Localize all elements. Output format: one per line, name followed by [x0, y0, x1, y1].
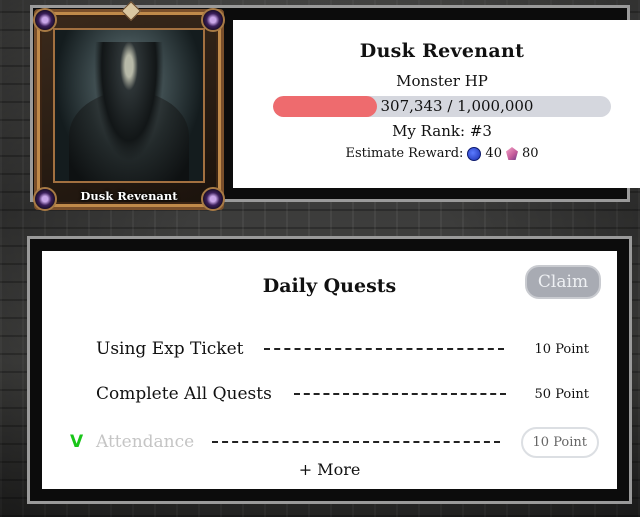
- estimate-reward: Estimate Reward: 40 80: [233, 146, 640, 161]
- dashed-leader: [212, 441, 500, 443]
- quest-row: Complete All Quests 50 Point: [42, 378, 617, 410]
- quest-row: Using Exp Ticket 10 Point: [42, 333, 617, 365]
- daily-quests-panel: Daily Quests Claim Using Exp Ticket 10 P…: [27, 236, 632, 504]
- quest-name: Attendance: [96, 432, 195, 452]
- dashed-leader: [264, 348, 504, 350]
- hp-value: 307,343 / 1,000,000: [380, 97, 534, 115]
- card-title: Dusk Revenant: [80, 189, 178, 203]
- daily-quests-content: Daily Quests Claim Using Exp Ticket 10 P…: [42, 251, 617, 489]
- hp-bar: 307,343 / 1,000,000: [273, 96, 611, 117]
- reward-label: Estimate Reward:: [345, 146, 464, 161]
- monster-portrait: [53, 28, 205, 183]
- quest-name: Complete All Quests: [96, 384, 272, 404]
- dashed-leader: [294, 393, 506, 395]
- gem-icon: [505, 147, 518, 160]
- reward-coin-amount: 40: [485, 146, 502, 161]
- my-rank: My Rank: #3: [392, 122, 492, 140]
- hp-label: Monster HP: [396, 72, 488, 90]
- boss-name: Dusk Revenant: [359, 40, 525, 62]
- reaper-hood: [94, 42, 164, 162]
- more-link[interactable]: + More: [42, 460, 617, 479]
- orb-icon: [201, 8, 225, 32]
- coin-icon: [467, 146, 482, 161]
- monster-card[interactable]: Dusk Revenant: [33, 1, 225, 211]
- quest-points: 10 Point: [534, 341, 589, 357]
- reward-gem-amount: 80: [521, 146, 539, 161]
- quest-row: V Attendance 10 Point: [42, 426, 617, 458]
- claim-button[interactable]: Claim: [525, 265, 601, 299]
- orb-icon: [33, 8, 57, 32]
- quest-name: Using Exp Ticket: [96, 339, 244, 359]
- quest-points: 50 Point: [534, 386, 589, 402]
- quest-points-button[interactable]: 10 Point: [520, 426, 599, 458]
- check-icon: V: [70, 432, 84, 452]
- boss-info: Dusk Revenant Monster HP 307,343 / 1,000…: [233, 20, 640, 188]
